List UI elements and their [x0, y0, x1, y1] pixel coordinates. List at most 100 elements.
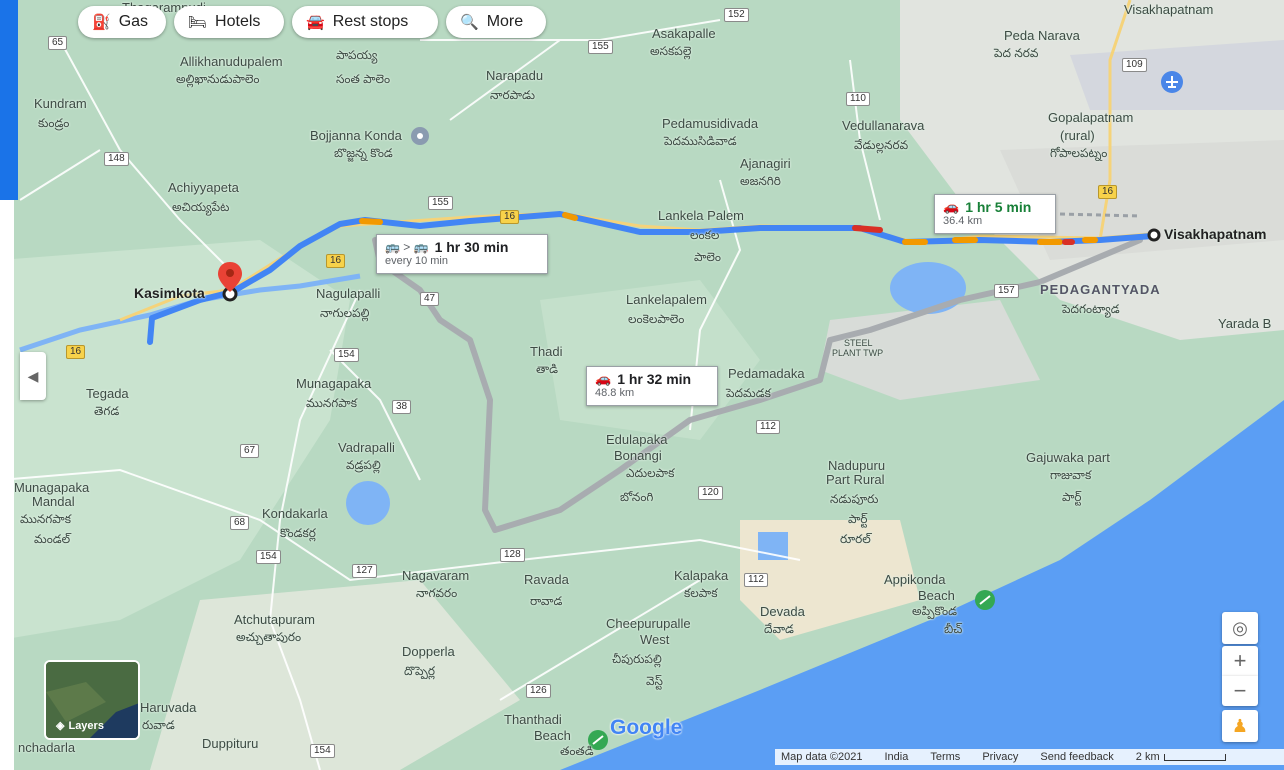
- google-logo: Google: [610, 716, 683, 739]
- place-label: అప్పికొండ: [912, 604, 958, 618]
- feedback-link[interactable]: Send feedback: [1040, 751, 1113, 763]
- place-label: Vadrapalli: [338, 440, 395, 455]
- place-label: Devada: [760, 604, 805, 619]
- place-label: Nadupuru: [828, 458, 886, 473]
- road-shield: 110: [846, 92, 870, 106]
- place-label: Cheepurupalle: [606, 616, 691, 631]
- place-label: దొప్పెర్ల: [404, 664, 436, 678]
- scale-bar[interactable]: 2 km: [1136, 751, 1226, 763]
- place-label: రావాడ: [530, 594, 563, 608]
- transit-frequency: every 10 min: [385, 255, 448, 267]
- road-shield: 120: [698, 486, 723, 500]
- place-icon[interactable]: [411, 127, 429, 145]
- zoom-in-button[interactable]: +: [1222, 646, 1258, 676]
- place-label: Kondakarla: [262, 506, 328, 521]
- hotels-chip[interactable]: 🛏 Hotels: [174, 6, 284, 38]
- place-label: Atchutapuram: [234, 612, 315, 627]
- rest-stop-icon: 🚘: [306, 14, 325, 31]
- place-label: Pedamadaka: [728, 366, 805, 381]
- place-label: అచ్చుతాపురం: [236, 630, 302, 644]
- place-label: కలపాక: [684, 586, 718, 600]
- place-label: బీచ్: [944, 622, 963, 636]
- transit-route-callout[interactable]: 🚌 > 🚌 1 hr 30 min every 10 min: [376, 234, 548, 274]
- place-label: Nagulapalli: [316, 286, 381, 301]
- place-label: పార్ట్: [1062, 490, 1082, 504]
- place-label: నాగవరం: [416, 586, 458, 600]
- road-shield: 67: [240, 444, 260, 458]
- road-shield: 157: [994, 284, 1019, 298]
- road-shield: 128: [500, 548, 525, 562]
- road-shield: 154: [334, 348, 359, 362]
- fastest-time: 1 hr 5 min: [965, 199, 1032, 215]
- place-label: Nagavaram: [402, 568, 470, 583]
- place-label: Gajuwaka part: [1026, 450, 1110, 465]
- place-label: చీపురుపల్లి: [612, 652, 662, 666]
- place-label: Haruvada: [140, 700, 197, 715]
- terms-link[interactable]: Terms: [930, 751, 960, 763]
- place-label: తెగడ: [94, 404, 120, 418]
- layers-button[interactable]: ◈ Layers: [44, 660, 140, 740]
- place-label: దేవాడ: [764, 622, 794, 636]
- pegman-icon: ♟: [1231, 715, 1249, 736]
- place-label: కొండకర్ల: [280, 526, 316, 540]
- country-link[interactable]: India: [885, 751, 909, 763]
- road-shield: 38: [392, 400, 412, 414]
- road-shield: 152: [724, 8, 749, 22]
- place-label: పాలెం: [694, 250, 721, 264]
- road-shield: 126: [526, 684, 551, 698]
- place-label: పాపయ్య: [336, 48, 378, 62]
- more-chip[interactable]: 🔍 More: [446, 6, 546, 38]
- street-view-button[interactable]: ♟: [1222, 710, 1258, 742]
- place-label: నాగులపల్లి: [320, 306, 370, 320]
- place-label: Yarada B: [1218, 316, 1272, 331]
- place-label: Achiyyapeta: [168, 180, 239, 195]
- place-label: Gopalapatnam: [1048, 110, 1134, 125]
- place-label: బోనంగి: [620, 490, 654, 504]
- car-icon: 🚗: [595, 371, 612, 386]
- beach-icon[interactable]: [975, 590, 995, 610]
- road-shield: 154: [256, 550, 281, 564]
- place-label: Allikhanudupalem: [180, 54, 283, 69]
- map-footer: Map data ©2021 India Terms Privacy Send …: [775, 749, 1284, 765]
- origin-label[interactable]: Kasimkota: [134, 286, 205, 301]
- left-edge-panel: [0, 200, 14, 770]
- zoom-out-icon: −: [1233, 678, 1247, 703]
- my-location-button[interactable]: ◎: [1222, 612, 1258, 644]
- place-label: Lankelapalem: [626, 292, 707, 307]
- place-label: Kalapaka: [674, 568, 729, 583]
- rest-stops-chip[interactable]: 🚘 Rest stops: [292, 6, 438, 38]
- place-label: కుండ్రం: [38, 116, 70, 130]
- destination-label[interactable]: Visakhapatnam: [1164, 227, 1266, 242]
- layers-label: Layers: [68, 719, 104, 732]
- place-label: (rural): [1060, 128, 1095, 143]
- place-label: Thanthadi: [504, 712, 562, 727]
- map-data-text: Map data ©2021: [781, 751, 863, 763]
- left-edge-bar: [0, 0, 18, 200]
- collapse-chevron-icon: ◀: [27, 367, 39, 384]
- place-label: Mandal: [32, 494, 75, 509]
- search-icon: 🔍: [460, 14, 479, 31]
- zoom-in-icon: +: [1233, 648, 1247, 673]
- more-label: More: [486, 13, 524, 30]
- place-label: అల్లిఖానుడుపాలెం: [176, 72, 260, 86]
- fastest-distance: 36.4 km: [943, 215, 983, 227]
- fastest-route-callout[interactable]: 🚗 1 hr 5 min 36.4 km: [934, 194, 1056, 234]
- collapse-panel-button[interactable]: ◀: [20, 352, 46, 400]
- place-label: గోపాలపట్నం: [1050, 146, 1108, 160]
- place-label: Ravada: [524, 572, 569, 587]
- bus-icon: 🚌 > 🚌: [385, 240, 429, 254]
- gas-chip[interactable]: ⛽ Gas: [78, 6, 166, 38]
- place-label: Narapadu: [486, 68, 544, 83]
- gas-label: Gas: [118, 13, 149, 30]
- road-shield: 109: [1122, 58, 1147, 72]
- alternate-route-callout[interactable]: 🚗 1 hr 32 min 48.8 km: [586, 366, 718, 406]
- destination-marker[interactable]: [1147, 228, 1161, 242]
- place-label: లంకెలపాలెం: [628, 312, 685, 326]
- place-label: Ajanagiri: [740, 156, 791, 171]
- privacy-link[interactable]: Privacy: [982, 751, 1018, 763]
- airport-icon[interactable]: [1161, 71, 1183, 93]
- gas-icon: ⛽: [92, 14, 111, 31]
- car-icon: 🚗: [943, 199, 960, 214]
- place-label: Dopperla: [402, 644, 455, 659]
- zoom-out-button[interactable]: −: [1222, 676, 1258, 706]
